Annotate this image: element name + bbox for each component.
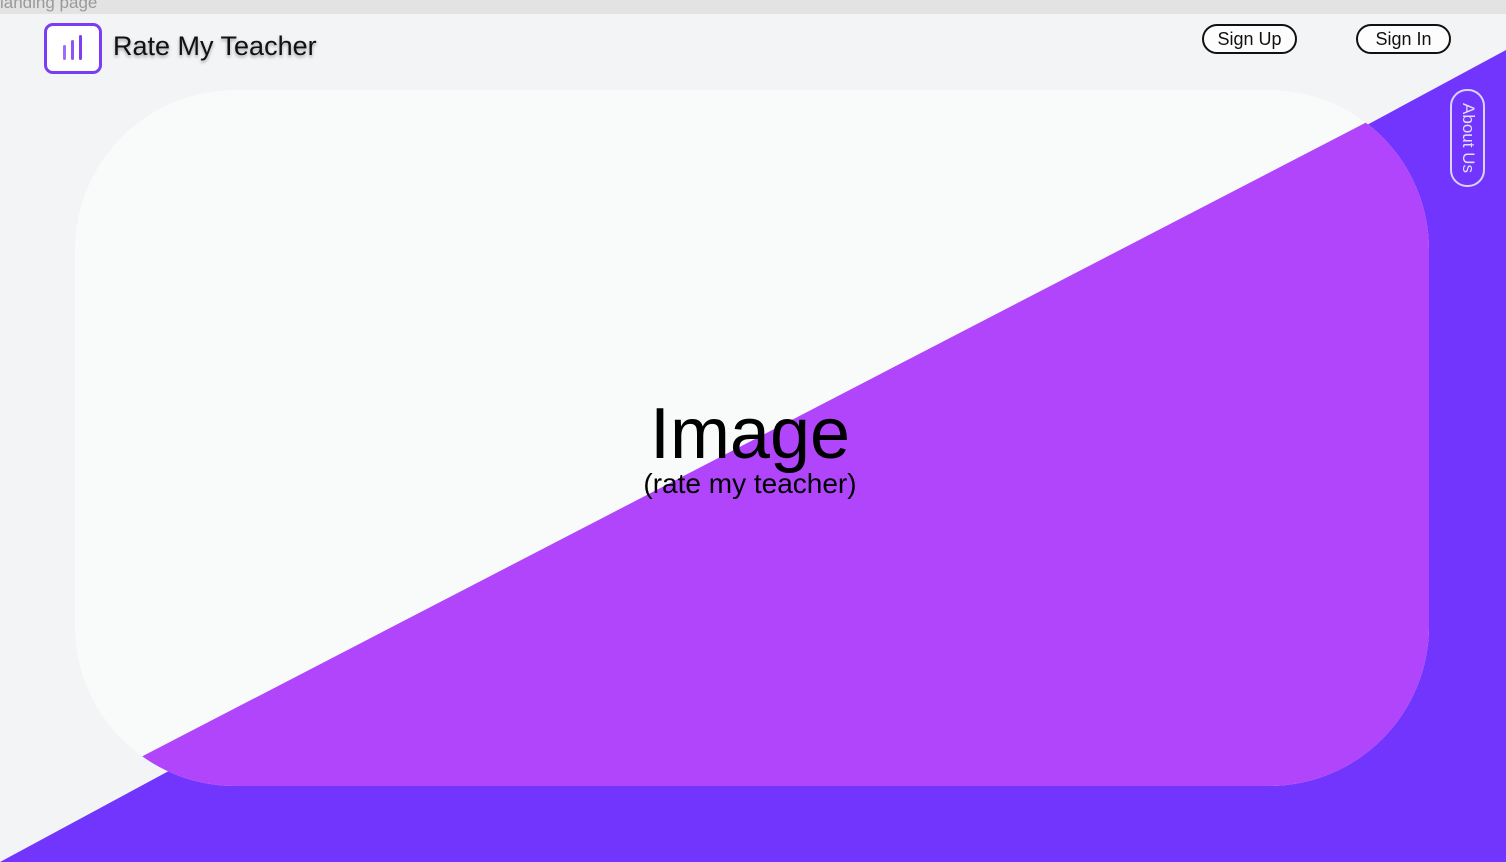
about-us-button[interactable]: About Us [1450,89,1485,187]
bar-chart-icon[interactable] [44,23,102,74]
brand-title[interactable]: Rate My Teacher [113,31,317,62]
logo-bar [63,45,66,60]
logo-bar [79,35,82,60]
sign-in-button[interactable]: Sign In [1356,24,1451,54]
hero-image-placeholder-caption: (rate my teacher) [643,468,857,499]
landing-page: landing page Rate My Teacher Sign Up Sig… [0,0,1506,862]
hero-image-placeholder-title: Image [649,394,851,474]
logo-bar [71,40,74,60]
sign-up-button[interactable]: Sign Up [1202,24,1297,54]
about-us-label: About Us [1458,103,1478,173]
